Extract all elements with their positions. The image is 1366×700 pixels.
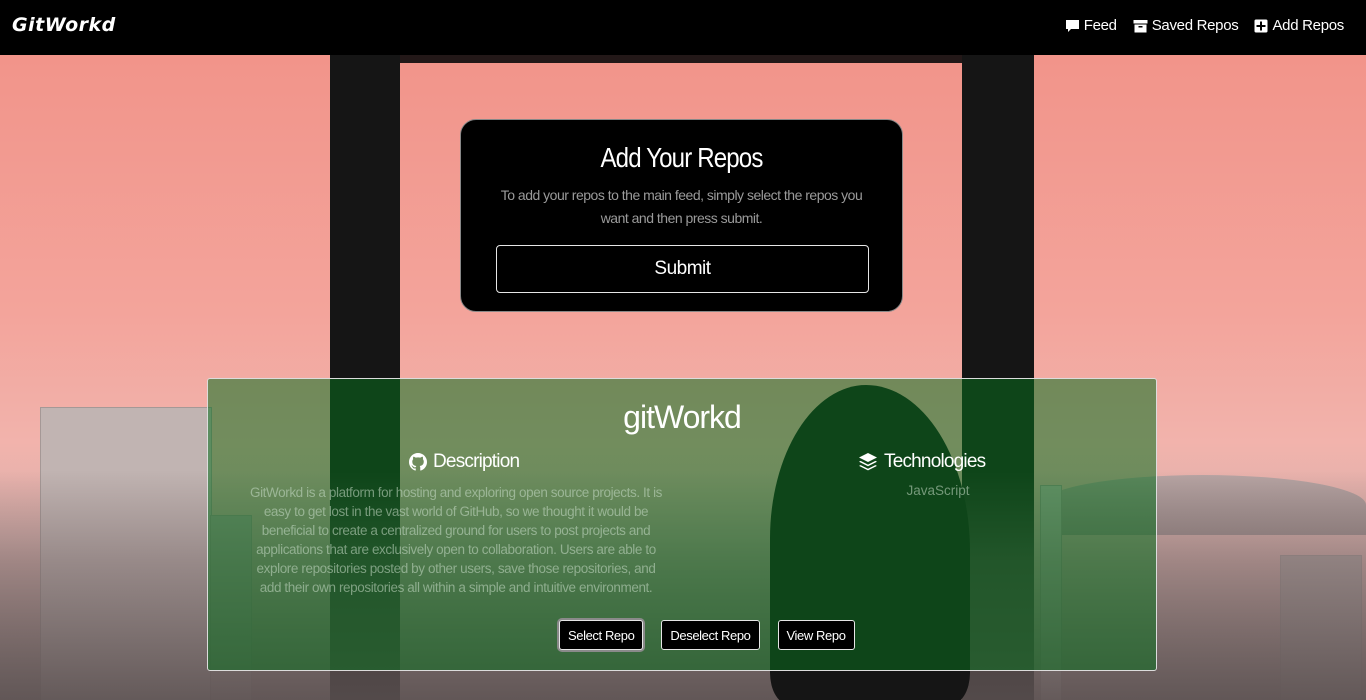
nav-link-feed[interactable]: Feed [1065,17,1117,34]
window-frame [396,55,966,63]
view-repo-button[interactable]: View Repo [777,620,855,650]
nav-link-add-repos[interactable]: Add Repos [1254,17,1344,34]
nav-link-label: Add Repos [1272,17,1344,34]
navbar: GitWorkd Feed Saved Repos Add Repos [0,0,1366,55]
nav-link-saved-repos[interactable]: Saved Repos [1133,17,1239,34]
archive-icon [1133,19,1148,32]
repo-description: GitWorkd is a platform for hosting and e… [249,485,663,595]
submit-button[interactable]: Submit [496,245,869,293]
add-repos-card: Add Your Repos To add your repos to the … [460,119,903,312]
card-instructions: To add your repos to the main feed, simp… [500,187,863,226]
repo-technologies: JavaScript [906,483,970,498]
description-heading-label: Description [433,451,520,472]
select-repo-button[interactable]: Select Repo [559,620,644,650]
comment-icon [1065,19,1079,32]
technologies-heading-label: Technologies [884,451,986,472]
github-icon [409,453,427,471]
repo-card: gitWorkd Description Technologies GitWor… [207,378,1157,671]
plus-square-icon [1254,19,1268,32]
brand-logo[interactable]: GitWorkd [12,14,116,36]
repo-title: gitWorkd [623,399,742,435]
nav-link-label: Feed [1083,17,1117,34]
technologies-heading: Technologies [858,451,986,473]
description-heading: Description [409,451,520,473]
nav-links: Feed Saved Repos Add Repos [1065,17,1344,34]
repo-actions: Select Repo Deselect Repo View Repo [559,620,855,650]
card-title: Add Your Repos [600,142,763,173]
deselect-repo-button[interactable]: Deselect Repo [661,620,760,650]
nav-link-label: Saved Repos [1151,17,1239,34]
layers-icon [859,453,877,471]
